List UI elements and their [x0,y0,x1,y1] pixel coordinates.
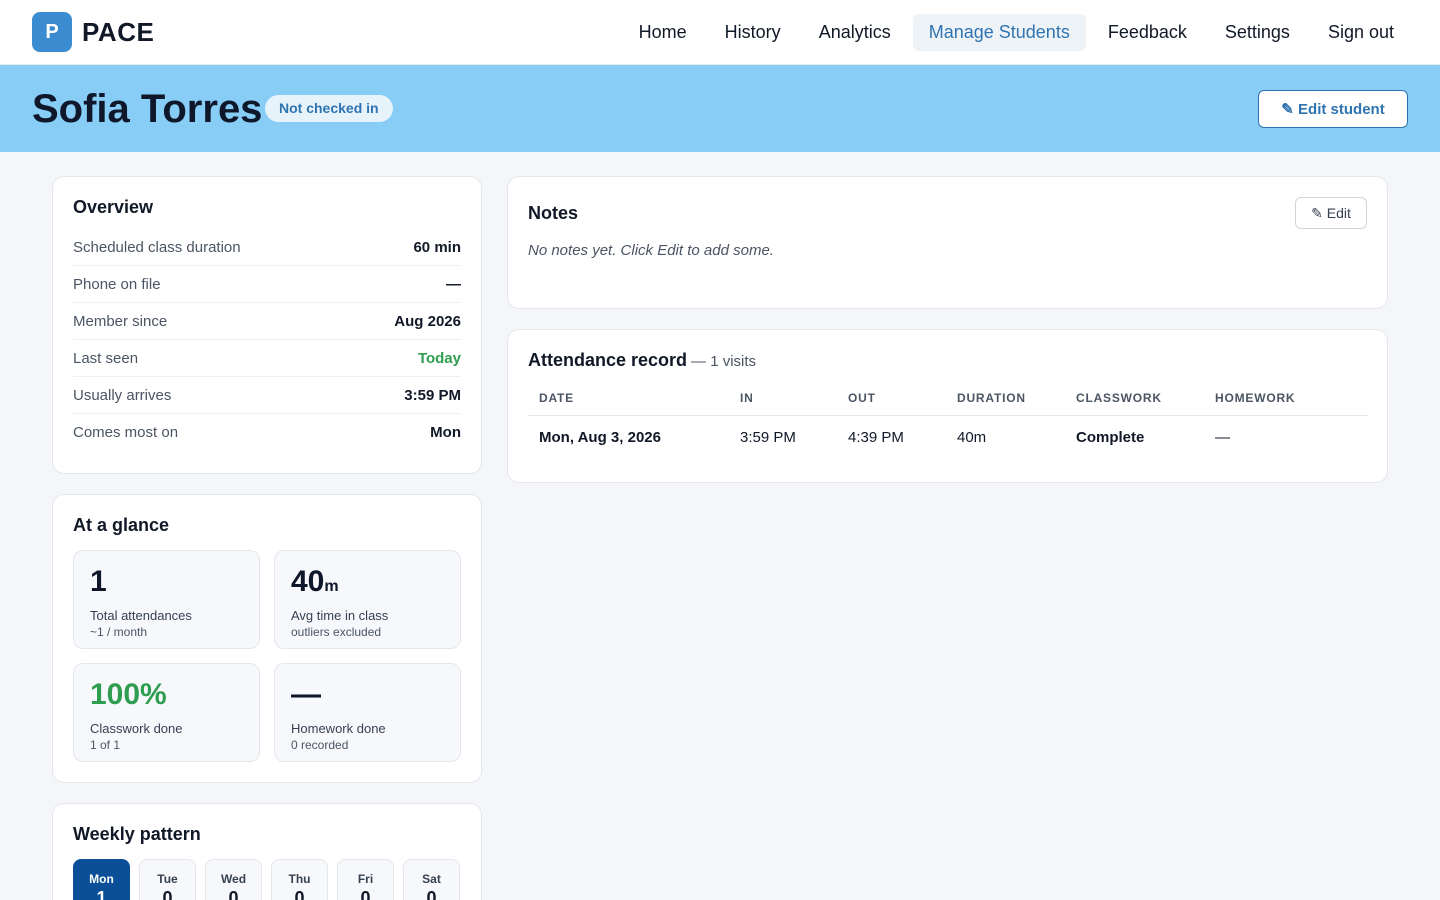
status-badge: Not checked in [265,95,393,122]
cell-classwork: Complete [1076,429,1145,446]
cell-out: 4:39 PM [848,429,904,446]
app-name: PACE [82,16,155,47]
stat-tile-avg-time: 40m Avg time in class outliers excluded [274,550,461,649]
stat-label: Classwork done [90,721,183,736]
day-thu: Thu 0 [271,859,328,900]
glance-title: At a glance [73,515,170,535]
attendance-table: DATE IN OUT DURATION CLASSWORK HOMEWORK … [528,391,1368,446]
nav-history[interactable]: History [709,14,797,51]
edit-student-button[interactable]: ✎ Edit student [1258,90,1408,128]
day-count: 0 [228,888,239,900]
weekly-title: Weekly pattern [73,824,201,844]
attendance-card: Attendance record — 1 visits DATE IN OUT… [507,329,1388,483]
overview-label: Phone on file [73,275,161,293]
day-count: 0 [162,888,173,900]
day-name: Wed [220,872,247,886]
stat-value: 40 [291,565,325,598]
overview-row: Comes most on Mon [73,414,461,451]
day-count: 0 [426,888,437,900]
overview-label: Last seen [73,349,139,367]
overview-value: Today [417,349,461,367]
day-name: Mon [89,872,114,886]
overview-row: Last seen Today [73,340,461,377]
notes-title: Notes [528,203,579,223]
day-count: 0 [360,888,371,900]
day-mon: Mon 1 [73,859,130,900]
stat-label: Avg time in class [291,608,389,623]
overview-row: Scheduled class duration 60 min [73,229,461,266]
column-header-date[interactable]: DATE [528,391,729,416]
cell-duration: 40m [957,429,987,446]
cell-in: 3:59 PM [740,429,796,446]
table-row[interactable]: Mon, Aug 3, 2026 3:59 PM 4:39 PM 40m Com… [528,416,1368,446]
cell-date: Mon, Aug 3, 2026 [539,429,661,446]
notes-empty-text: No notes yet. Click Edit to add some. [528,242,774,259]
stat-value: 1 [90,565,107,598]
stat-tile-classwork: 100% Classwork done 1 of 1 [73,663,260,762]
cell-homework: — [1215,429,1230,446]
day-name: Fri [357,872,374,886]
day-sat: Sat 0 [403,859,460,900]
stat-tile-total-attendances: 1 Total attendances ~1 / month [73,550,260,649]
overview-label: Scheduled class duration [73,238,241,256]
logo-icon: P [32,12,72,52]
overview-value: Aug 2026 [394,312,461,330]
day-name: Sat [422,872,441,886]
notes-edit-button[interactable]: ✎ Edit [1295,197,1367,229]
nav-settings[interactable]: Settings [1209,14,1306,51]
overview-row: Usually arrives 3:59 PM [73,377,461,414]
stat-subtext: ~1 / month [90,625,148,639]
day-count: 0 [294,888,305,900]
overview-value: Mon [430,424,461,441]
stat-tile-homework: — Homework done 0 recorded [274,663,461,762]
column-header-out[interactable]: OUT [837,391,946,416]
stat-unit: m [324,578,339,595]
day-tue: Tue 0 [139,859,196,900]
stat-label: Total attendances [90,608,192,623]
nav-home[interactable]: Home [623,14,703,51]
overview-value: 60 min [413,238,461,256]
nav-sign-out[interactable]: Sign out [1312,14,1410,51]
top-navigation-bar: P PACE Home History Analytics Manage Stu… [0,0,1440,65]
weekly-pattern-card: Weekly pattern Mon 1 Tue 0 Wed 0 Thu 0 F… [52,803,482,900]
column-header-classwork[interactable]: CLASSWORK [1065,391,1204,416]
day-fri: Fri 0 [337,859,394,900]
column-header-duration[interactable]: DURATION [946,391,1065,416]
overview-label: Comes most on [73,424,179,441]
day-name: Tue [157,872,178,886]
stat-subtext: outliers excluded [291,625,382,639]
at-a-glance-card: At a glance 1 Total attendances ~1 / mon… [52,494,482,783]
overview-value: 3:59 PM [404,386,461,404]
stat-value: 100% [90,678,167,711]
stat-subtext: 1 of 1 [90,738,121,752]
attendance-count: — 1 visits [691,353,757,370]
student-name: Sofia Torres [32,87,263,131]
stat-value: — [291,678,321,711]
day-name: Thu [288,872,311,886]
nav-analytics[interactable]: Analytics [803,14,907,51]
column-header-homework[interactable]: HOMEWORK [1204,391,1368,416]
nav-feedback[interactable]: Feedback [1092,14,1203,51]
app-logo[interactable]: P PACE [32,12,154,52]
day-count: 1 [96,888,107,900]
main-nav: Home History Analytics Manage Students F… [617,14,1410,51]
overview-label: Member since [73,312,168,330]
overview-card: Overview Scheduled class duration 60 min… [52,176,482,474]
attendance-title: Attendance record [528,350,688,370]
overview-row: Member since Aug 2026 [73,303,461,340]
table-header-row: DATE IN OUT DURATION CLASSWORK HOMEWORK [528,391,1368,416]
day-wed: Wed 0 [205,859,262,900]
overview-title: Overview [73,197,154,217]
overview-row: Phone on file — [73,266,461,303]
overview-label: Usually arrives [73,386,172,404]
stat-label: Homework done [291,721,386,736]
nav-manage-students[interactable]: Manage Students [912,14,1086,51]
column-header-in[interactable]: IN [729,391,837,416]
student-header: Sofia Torres Not checked in ✎ Edit stude… [0,65,1440,152]
notes-card: Notes ✎ Edit No notes yet. Click Edit to… [507,176,1388,309]
stat-subtext: 0 recorded [291,738,349,752]
overview-value: — [446,275,461,293]
